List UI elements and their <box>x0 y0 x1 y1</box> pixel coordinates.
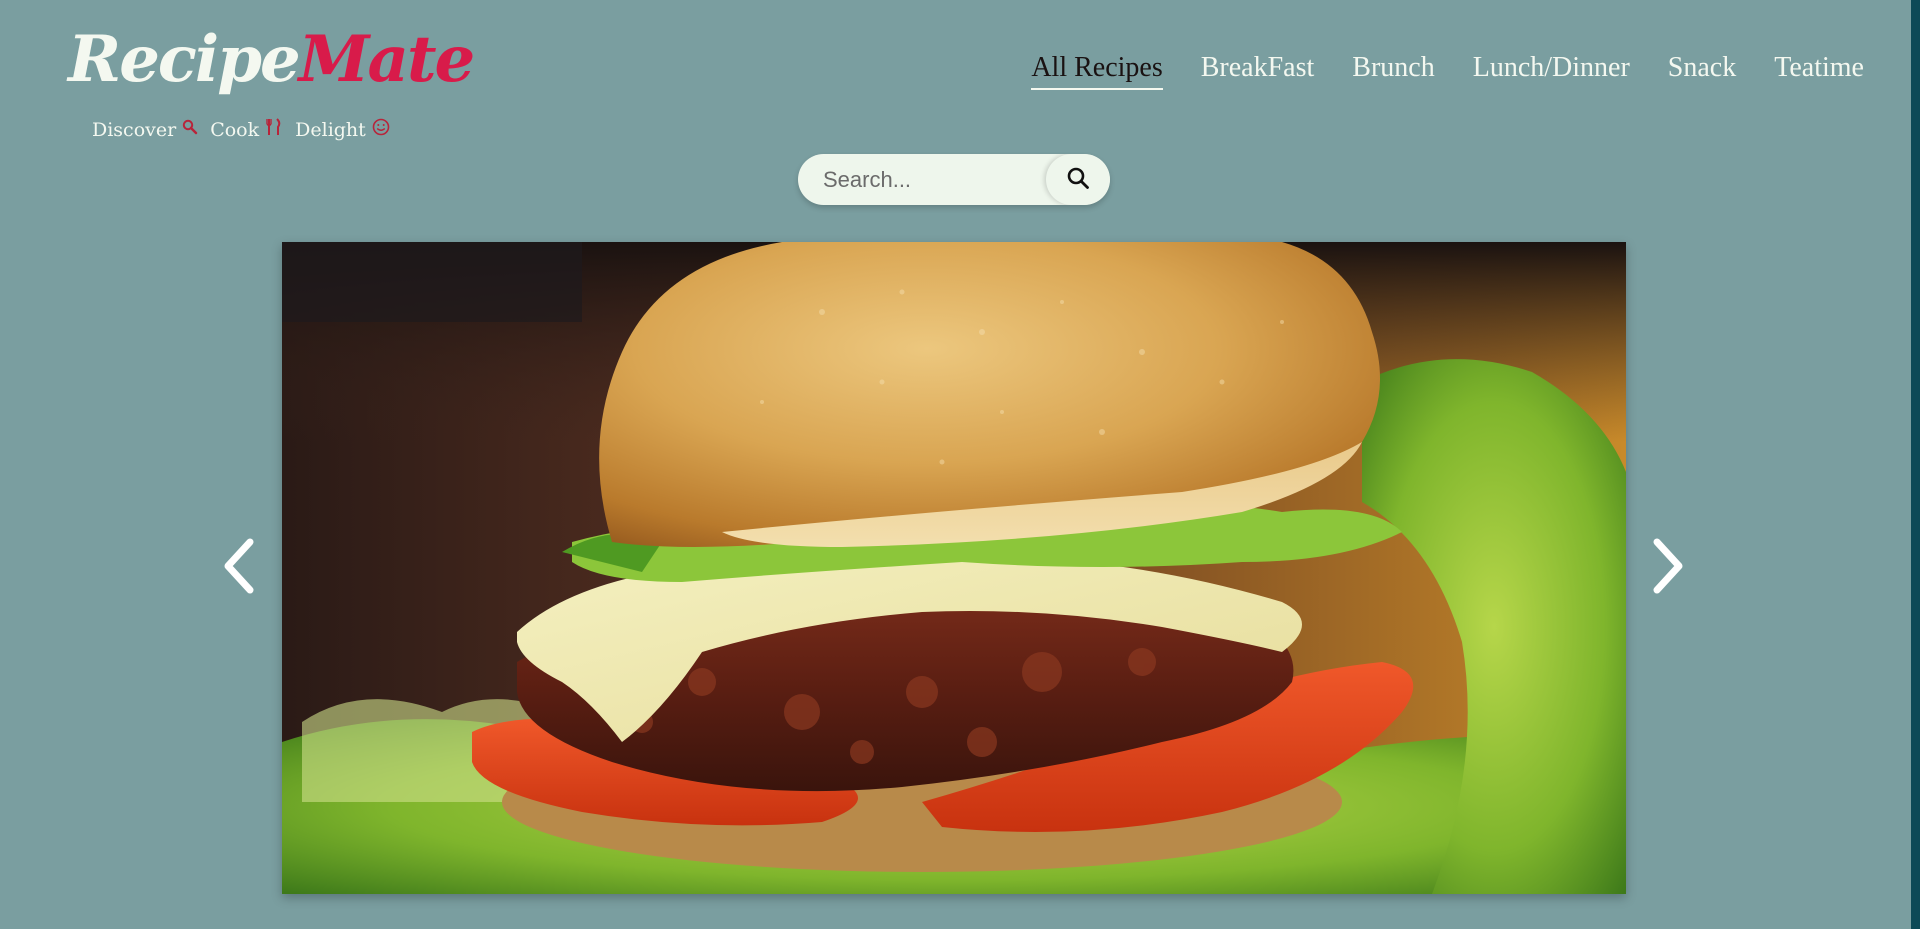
tagline-delight: Delight <box>295 118 366 141</box>
burger-photo <box>282 242 1626 894</box>
search-icon <box>1066 166 1090 194</box>
search-input[interactable] <box>798 154 1035 205</box>
magnifier-icon <box>182 119 198 140</box>
logo-wordmark: RecipeMate <box>68 28 475 92</box>
nav-lunch-dinner[interactable]: Lunch/Dinner <box>1473 52 1630 88</box>
main-nav: All Recipes BreakFast Brunch Lunch/Dinne… <box>1031 52 1864 90</box>
search-bar <box>798 154 1110 205</box>
nav-brunch[interactable]: Brunch <box>1352 52 1434 88</box>
carousel-slide[interactable] <box>282 242 1626 894</box>
tagline: Discover Cook Delight <box>92 118 396 141</box>
tagline-cook: Cook <box>210 118 260 141</box>
scrollbar[interactable] <box>1911 0 1920 929</box>
chevron-left-icon <box>218 538 262 600</box>
logo-text-mate: Mate <box>298 22 476 97</box>
logo-text-recipe: Recipe <box>68 22 301 97</box>
carousel-next-button[interactable] <box>1645 536 1689 596</box>
nav-teatime[interactable]: Teatime <box>1774 52 1864 88</box>
carousel-prev-button[interactable] <box>218 536 262 596</box>
tagline-discover: Discover <box>92 118 177 141</box>
nav-breakfast[interactable]: BreakFast <box>1201 52 1315 88</box>
utensils-icon <box>265 118 283 141</box>
chevron-right-icon <box>1645 538 1689 600</box>
search-button[interactable] <box>1046 154 1110 205</box>
page: RecipeMate Discover Cook Delight All Rec… <box>0 0 1920 929</box>
nav-snack[interactable]: Snack <box>1668 52 1736 88</box>
logo[interactable]: RecipeMate Discover Cook Delight <box>68 28 475 148</box>
nav-all-recipes[interactable]: All Recipes <box>1031 52 1163 90</box>
smile-icon <box>372 118 390 141</box>
